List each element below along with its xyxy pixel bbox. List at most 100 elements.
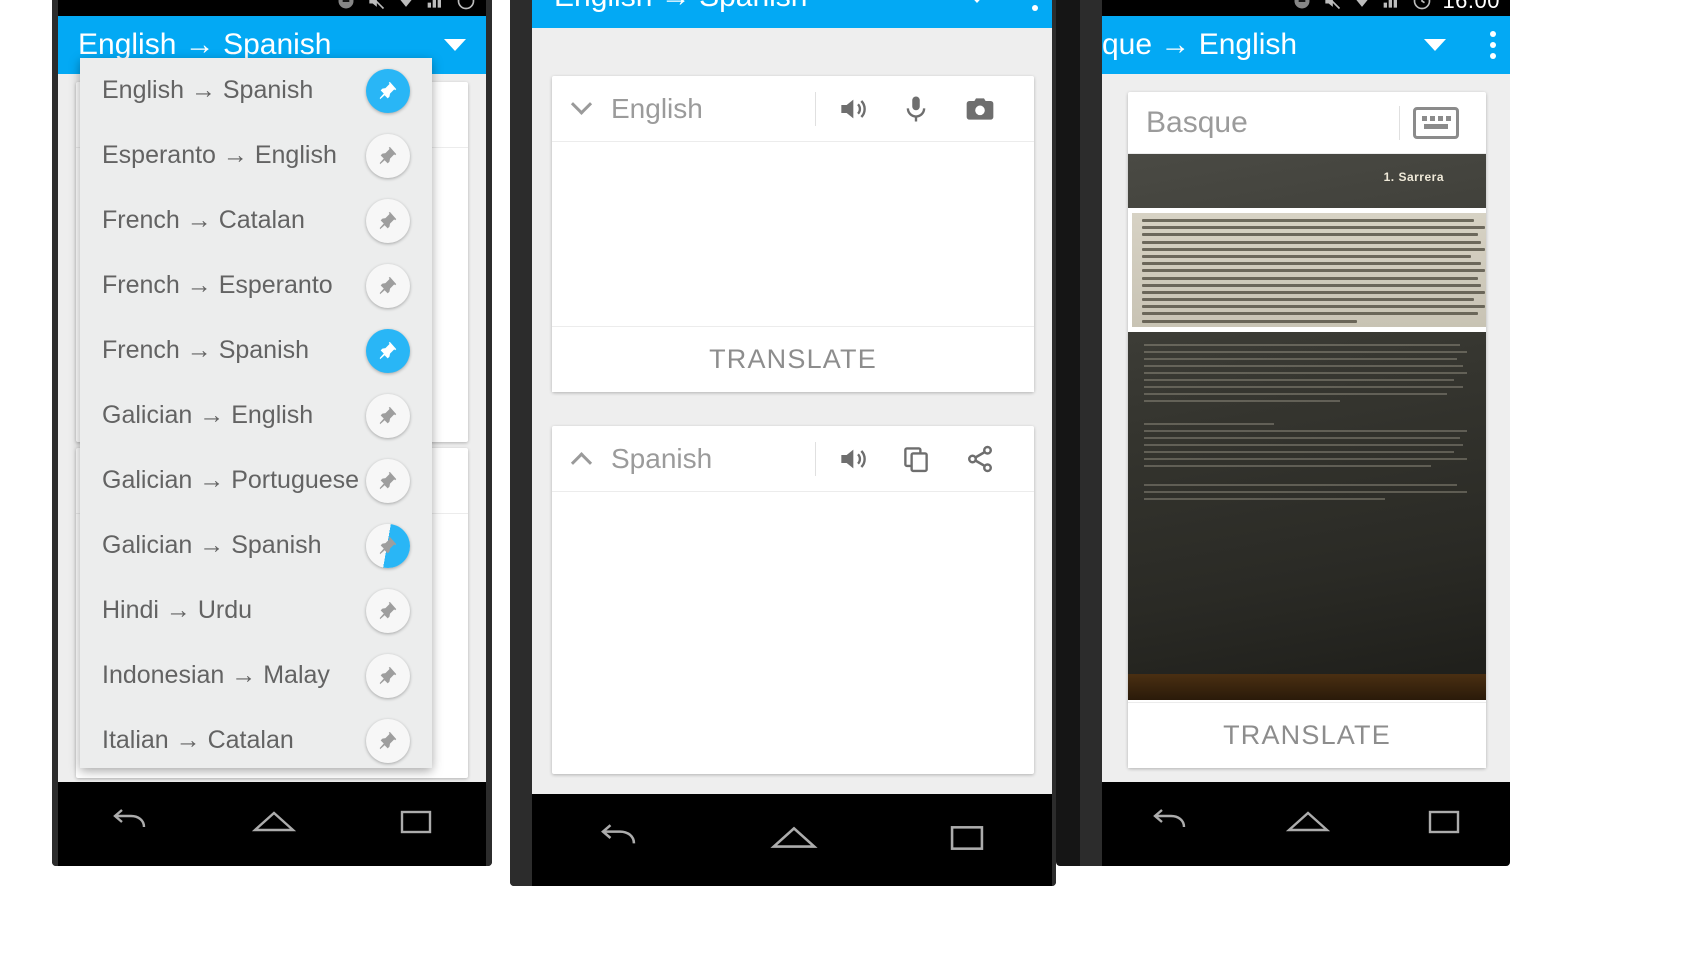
dropdown-item-label: Hindi → Urdu xyxy=(102,596,253,624)
do-not-disturb-icon xyxy=(1292,0,1312,11)
target-language-label: Spanish xyxy=(611,442,713,474)
dropdown-item[interactable]: French → Esperanto xyxy=(80,253,432,318)
back-icon[interactable] xyxy=(108,807,152,842)
dropdown-item[interactable]: Galician → Portuguese xyxy=(80,448,432,513)
home-icon[interactable] xyxy=(251,807,297,842)
statusbar-left xyxy=(58,0,486,16)
chevron-down-icon[interactable] xyxy=(966,0,988,3)
target-card-header: Spanish xyxy=(552,426,1034,492)
target-card-middle: Spanish xyxy=(552,426,1034,774)
dropdown-item-label: French → Esperanto xyxy=(102,271,333,299)
source-card-middle: English TRANSLATE xyxy=(552,76,1034,392)
home-icon[interactable] xyxy=(1285,807,1331,842)
do-not-disturb-icon xyxy=(336,0,356,11)
chevron-down-icon[interactable] xyxy=(444,39,466,51)
overflow-menu-icon[interactable] xyxy=(1018,0,1052,11)
crop-selection-frame[interactable] xyxy=(1128,208,1486,332)
background-filler-right xyxy=(1510,0,1706,960)
screen-left: English → Spanish English → Spanish Espe… xyxy=(58,0,486,866)
dropdown-item-label: Italian → Catalan xyxy=(102,726,294,754)
pin-icon[interactable] xyxy=(366,458,410,503)
battery-icon xyxy=(456,0,476,11)
background-filler-left xyxy=(0,0,52,960)
navbar-middle[interactable] xyxy=(532,794,1052,886)
recents-icon[interactable] xyxy=(1424,807,1464,842)
camera-preview-right[interactable]: 1. Sarrera xyxy=(1128,154,1486,700)
dropdown-item[interactable]: Indonesian → Malay xyxy=(80,643,432,708)
dropdown-item[interactable]: Esperanto → English xyxy=(80,123,432,188)
photo-table-edge xyxy=(1128,674,1486,700)
dropdown-item-label: French → Catalan xyxy=(102,206,305,234)
share-icon[interactable] xyxy=(948,427,1012,491)
scanned-text-page xyxy=(1132,213,1486,327)
navbar-left[interactable] xyxy=(58,782,486,866)
target-text-area xyxy=(552,492,1034,772)
speaker-icon[interactable] xyxy=(820,77,884,141)
pin-icon[interactable] xyxy=(366,653,410,698)
dropdown-item[interactable]: French → Catalan xyxy=(80,188,432,253)
recents-icon[interactable] xyxy=(945,822,989,859)
dropdown-item[interactable]: English → Spanish xyxy=(80,58,432,123)
photo-body-text xyxy=(1144,344,1470,505)
overflow-menu-icon[interactable] xyxy=(1476,31,1510,59)
dropdown-item[interactable]: Hindi → Urdu xyxy=(80,578,432,643)
wifi-icon xyxy=(396,0,416,11)
screenshot-stage: English → Spanish English → Spanish Espe… xyxy=(0,0,1706,960)
pin-icon[interactable] xyxy=(366,718,410,763)
bezel-left-right xyxy=(1080,0,1102,866)
pin-icon[interactable] xyxy=(366,68,410,113)
source-text-area[interactable] xyxy=(552,142,1034,326)
mute-icon xyxy=(1322,0,1342,11)
divider xyxy=(1399,105,1400,140)
pin-icon[interactable] xyxy=(366,133,410,178)
phone-left: English → Spanish English → Spanish Espe… xyxy=(52,0,492,866)
copy-icon[interactable] xyxy=(884,427,948,491)
background-filler-gap xyxy=(492,0,510,960)
back-icon[interactable] xyxy=(1148,807,1192,842)
pin-icon[interactable] xyxy=(366,523,410,568)
keyboard-icon[interactable] xyxy=(1404,91,1468,155)
pin-icon[interactable] xyxy=(366,588,410,633)
dropdown-item-label: Esperanto → English xyxy=(102,141,337,169)
pin-icon[interactable] xyxy=(366,328,410,373)
chevron-down-icon[interactable] xyxy=(1424,39,1446,51)
divider xyxy=(815,441,816,476)
home-icon[interactable] xyxy=(769,822,819,859)
recents-icon[interactable] xyxy=(396,807,436,842)
mute-icon xyxy=(366,0,386,11)
phone-middle: English → Spanish English xyxy=(510,0,1056,886)
appbar-middle[interactable]: English → Spanish xyxy=(532,0,1052,28)
dropdown-item[interactable]: Galician → Spanish xyxy=(80,513,432,578)
dropdown-item-label: English → Spanish xyxy=(102,76,314,104)
pin-icon[interactable] xyxy=(366,393,410,438)
dropdown-item-label: Galician → Spanish xyxy=(102,531,322,559)
dropdown-item-label: Indonesian → Malay xyxy=(102,661,330,689)
translate-button-middle[interactable]: TRANSLATE xyxy=(552,326,1034,392)
ocr-card-right: Basque 1. Sarrera TRANSLATE xyxy=(1128,92,1486,768)
navbar-right[interactable] xyxy=(1102,782,1510,866)
phone-right: 16.00 que → English Basque 1. Sarrera TR… xyxy=(1056,0,1510,866)
screen-middle: English → Spanish English xyxy=(532,0,1052,886)
wifi-icon xyxy=(1352,0,1372,11)
appbar-right[interactable]: que → English xyxy=(1102,16,1510,74)
pin-icon[interactable] xyxy=(366,198,410,243)
dropdown-item[interactable]: Italian → Catalan xyxy=(80,708,432,768)
source-language-label-right: Basque xyxy=(1146,105,1248,139)
dropdown-item[interactable]: Galician → English xyxy=(80,383,432,448)
dropdown-item[interactable]: French → Spanish xyxy=(80,318,432,383)
speaker-icon[interactable] xyxy=(820,427,884,491)
divider xyxy=(815,91,816,126)
appbar-title-left: English → Spanish xyxy=(78,28,332,61)
chevron-up-icon[interactable] xyxy=(570,451,593,474)
photo-page-heading: 1. Sarrera xyxy=(1383,170,1444,184)
microphone-icon[interactable] xyxy=(884,77,948,141)
dropdown-list[interactable]: English → Spanish Esperanto → English Fren… xyxy=(80,58,432,768)
back-icon[interactable] xyxy=(595,822,643,859)
source-card-header-right: Basque xyxy=(1128,92,1486,154)
chevron-down-icon[interactable] xyxy=(570,93,593,116)
pin-icon[interactable] xyxy=(366,263,410,308)
translate-button-right[interactable]: TRANSLATE xyxy=(1128,702,1486,768)
dropdown-item-label: Galician → Portuguese xyxy=(102,466,360,494)
camera-icon[interactable] xyxy=(948,77,1012,141)
language-pair-dropdown[interactable]: English → Spanish Esperanto → English Fren… xyxy=(80,58,432,768)
